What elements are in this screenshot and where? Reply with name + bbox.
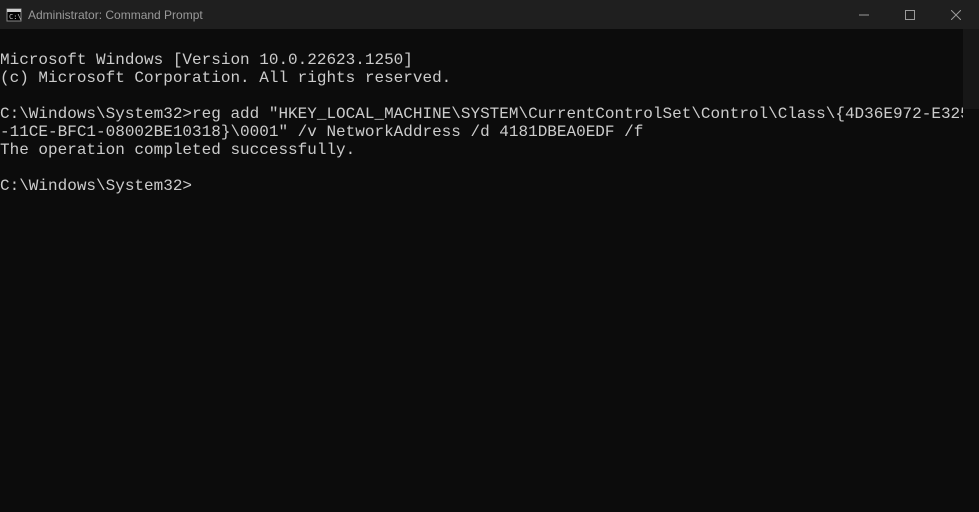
title-left: C:\ Administrator: Command Prompt bbox=[6, 7, 203, 23]
scrollbar[interactable] bbox=[963, 29, 979, 512]
cursor bbox=[192, 179, 200, 195]
window-title: Administrator: Command Prompt bbox=[28, 8, 203, 22]
minimize-button[interactable] bbox=[841, 0, 887, 29]
prompt-text: C:\Windows\System32> bbox=[0, 105, 192, 123]
terminal-area[interactable]: Microsoft Windows [Version 10.0.22623.12… bbox=[0, 29, 979, 195]
prompt-text: C:\Windows\System32> bbox=[0, 177, 192, 195]
command-line: C:\Windows\System32>reg add "HKEY_LOCAL_… bbox=[0, 105, 970, 141]
cmd-icon: C:\ bbox=[6, 7, 22, 23]
svg-text:C:\: C:\ bbox=[9, 13, 22, 21]
result-line: The operation completed successfully. bbox=[0, 141, 355, 159]
scrollbar-thumb[interactable] bbox=[963, 29, 979, 109]
title-bar[interactable]: C:\ Administrator: Command Prompt bbox=[0, 0, 979, 29]
maximize-button[interactable] bbox=[887, 0, 933, 29]
prompt-line: C:\Windows\System32> bbox=[0, 177, 200, 195]
close-button[interactable] bbox=[933, 0, 979, 29]
window-controls bbox=[841, 0, 979, 29]
version-line: Microsoft Windows [Version 10.0.22623.12… bbox=[0, 51, 413, 69]
copyright-line: (c) Microsoft Corporation. All rights re… bbox=[0, 69, 451, 87]
